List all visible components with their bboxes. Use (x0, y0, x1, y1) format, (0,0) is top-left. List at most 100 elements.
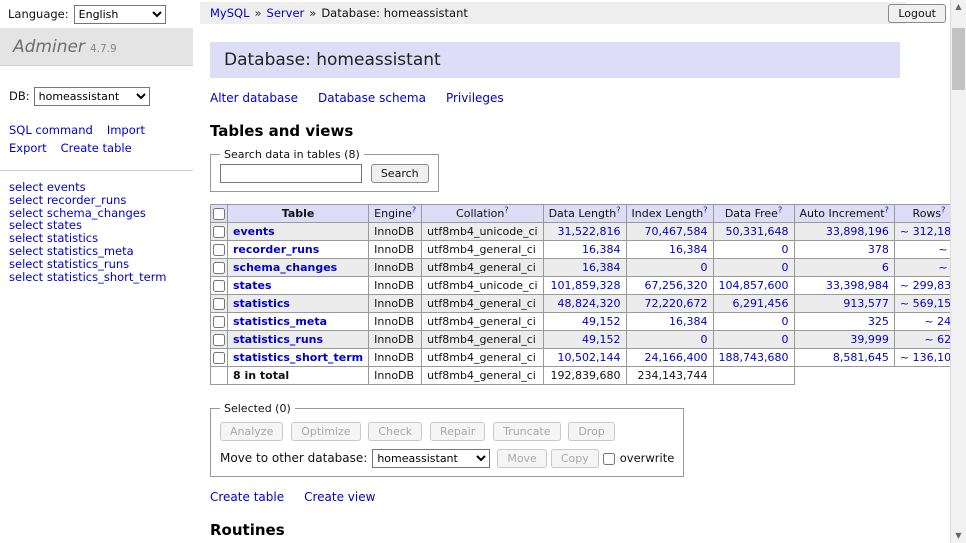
data-length-link[interactable]: 49,152 (582, 333, 621, 346)
index-length-link[interactable]: 16,384 (669, 243, 708, 256)
rows-count-link[interactable]: ~ 299,833 (900, 279, 950, 292)
data-free-link[interactable]: 0 (782, 243, 789, 256)
row-checkbox[interactable] (213, 244, 225, 256)
database-schema-link[interactable]: Database schema (318, 91, 426, 105)
row-checkbox[interactable] (213, 316, 225, 328)
create-table-link[interactable]: Create table (210, 490, 284, 504)
privileges-link[interactable]: Privileges (446, 91, 504, 105)
rows-count-link[interactable]: ~ 569,159 (900, 297, 950, 310)
language-select[interactable]: English (74, 5, 166, 24)
breadcrumb-mysql[interactable]: MySQL (210, 6, 250, 20)
rows-count-link[interactable]: ~ 244 (924, 315, 950, 328)
help-icon[interactable]: ? (616, 205, 620, 214)
auto-increment-link[interactable]: 913,577 (843, 297, 889, 310)
data-length-link[interactable]: 48,824,320 (558, 297, 621, 310)
rows-count-link[interactable]: ~ 628 (924, 333, 950, 346)
copy-button[interactable]: Copy (551, 449, 599, 468)
index-length-link[interactable]: 16,384 (669, 315, 708, 328)
index-length-link[interactable]: 72,220,672 (645, 297, 708, 310)
index-length-link[interactable]: 67,256,320 (645, 279, 708, 292)
row-checkbox[interactable] (213, 352, 225, 364)
table-link-states[interactable]: states (233, 279, 272, 292)
data-free-link[interactable]: 0 (782, 261, 789, 274)
data-free-link[interactable]: 0 (782, 333, 789, 346)
rows-count-link[interactable]: ~ 5 (938, 243, 950, 256)
create-view-link[interactable]: Create view (304, 490, 375, 504)
data-length-link[interactable]: 10,502,144 (558, 351, 621, 364)
scroll-down-icon[interactable]: ▼ (951, 529, 966, 543)
row-checkbox[interactable] (213, 226, 225, 238)
sidebar-item-select-statistics-runs[interactable]: select statistics_runs (9, 258, 184, 271)
help-icon[interactable]: ? (885, 205, 889, 214)
data-length-link[interactable]: 16,384 (582, 261, 621, 274)
table-link-recorder-runs[interactable]: recorder_runs (233, 243, 319, 256)
data-length-link[interactable]: 31,522,816 (558, 225, 621, 238)
auto-increment-link[interactable]: 39,999 (850, 333, 889, 346)
rows-count-link[interactable]: ~ 312,180 (900, 225, 950, 238)
table-link-schema-changes[interactable]: schema_changes (233, 261, 337, 274)
data-free-link[interactable]: 50,331,648 (726, 225, 789, 238)
table-link-statistics[interactable]: statistics (233, 297, 290, 310)
truncate-button[interactable]: Truncate (493, 422, 560, 441)
sidebar-export-link[interactable]: Export (9, 139, 47, 157)
move-db-select[interactable]: homeassistant (372, 449, 490, 468)
repair-button[interactable]: Repair (430, 422, 485, 441)
index-length-link[interactable]: 24,166,400 (645, 351, 708, 364)
logout-button[interactable]: Logout (888, 4, 946, 23)
data-length-link[interactable]: 49,152 (582, 315, 621, 328)
sidebar-import-link[interactable]: Import (107, 121, 145, 139)
breadcrumb-server[interactable]: Server (267, 6, 305, 20)
row-checkbox[interactable] (213, 262, 225, 274)
analyze-button[interactable]: Analyze (220, 422, 283, 441)
help-icon[interactable]: ? (941, 205, 945, 214)
rows-count-link[interactable]: ~ 3 (938, 261, 950, 274)
index-length-link[interactable]: 0 (701, 333, 708, 346)
db-select[interactable]: homeassistant (34, 87, 150, 106)
scroll-up-icon[interactable]: ▲ (951, 0, 966, 14)
overwrite-checkbox[interactable] (603, 453, 615, 465)
sidebar-item-select-statistics-short-term[interactable]: select statistics_short_term (9, 271, 184, 284)
optimize-button[interactable]: Optimize (291, 422, 360, 441)
row-checkbox[interactable] (213, 298, 225, 310)
data-free-link[interactable]: 6,291,456 (733, 297, 789, 310)
auto-increment-link[interactable]: 6 (882, 261, 889, 274)
table-link-events[interactable]: events (233, 225, 275, 238)
data-free-link[interactable]: 104,857,600 (719, 279, 789, 292)
sidebar-create-table-link[interactable]: Create table (61, 139, 132, 157)
search-input[interactable] (220, 164, 362, 183)
auto-increment-link[interactable]: 33,398,984 (826, 279, 889, 292)
sidebar-item-select-recorder-runs[interactable]: select recorder_runs (9, 194, 184, 207)
move-button[interactable]: Move (497, 449, 547, 468)
row-checkbox[interactable] (213, 334, 225, 346)
auto-increment-link[interactable]: 378 (868, 243, 889, 256)
sidebar-sql-command-link[interactable]: SQL command (9, 121, 93, 139)
auto-increment-link[interactable]: 33,898,196 (826, 225, 889, 238)
help-icon[interactable]: ? (412, 205, 416, 214)
app-logo[interactable]: Adminer (13, 37, 85, 57)
select-all-checkbox[interactable] (213, 208, 225, 220)
auto-increment-link[interactable]: 8,581,645 (833, 351, 889, 364)
drop-button[interactable]: Drop (568, 422, 614, 441)
data-length-link[interactable]: 16,384 (582, 243, 621, 256)
scrollbar[interactable]: ▲ ▼ (950, 0, 966, 543)
sidebar-item-select-statistics-meta[interactable]: select statistics_meta (9, 245, 184, 258)
rows-count-link[interactable]: ~ 136,108 (900, 351, 950, 364)
help-icon[interactable]: ? (504, 205, 508, 214)
data-length-link[interactable]: 101,859,328 (551, 279, 621, 292)
table-link-statistics-runs[interactable]: statistics_runs (233, 333, 323, 346)
help-icon[interactable]: ? (778, 205, 782, 214)
sidebar-item-select-events[interactable]: select events (9, 181, 184, 194)
table-link-statistics-meta[interactable]: statistics_meta (233, 315, 327, 328)
data-free-link[interactable]: 0 (782, 315, 789, 328)
check-button[interactable]: Check (368, 422, 422, 441)
scrollbar-thumb[interactable] (952, 28, 965, 90)
index-length-link[interactable]: 70,467,584 (645, 225, 708, 238)
data-free-link[interactable]: 188,743,680 (719, 351, 789, 364)
alter-database-link[interactable]: Alter database (210, 91, 298, 105)
index-length-link[interactable]: 0 (701, 261, 708, 274)
help-icon[interactable]: ? (703, 205, 707, 214)
search-button[interactable]: Search (371, 164, 429, 183)
table-link-statistics-short-term[interactable]: statistics_short_term (233, 351, 363, 364)
auto-increment-link[interactable]: 325 (868, 315, 889, 328)
row-checkbox[interactable] (213, 280, 225, 292)
